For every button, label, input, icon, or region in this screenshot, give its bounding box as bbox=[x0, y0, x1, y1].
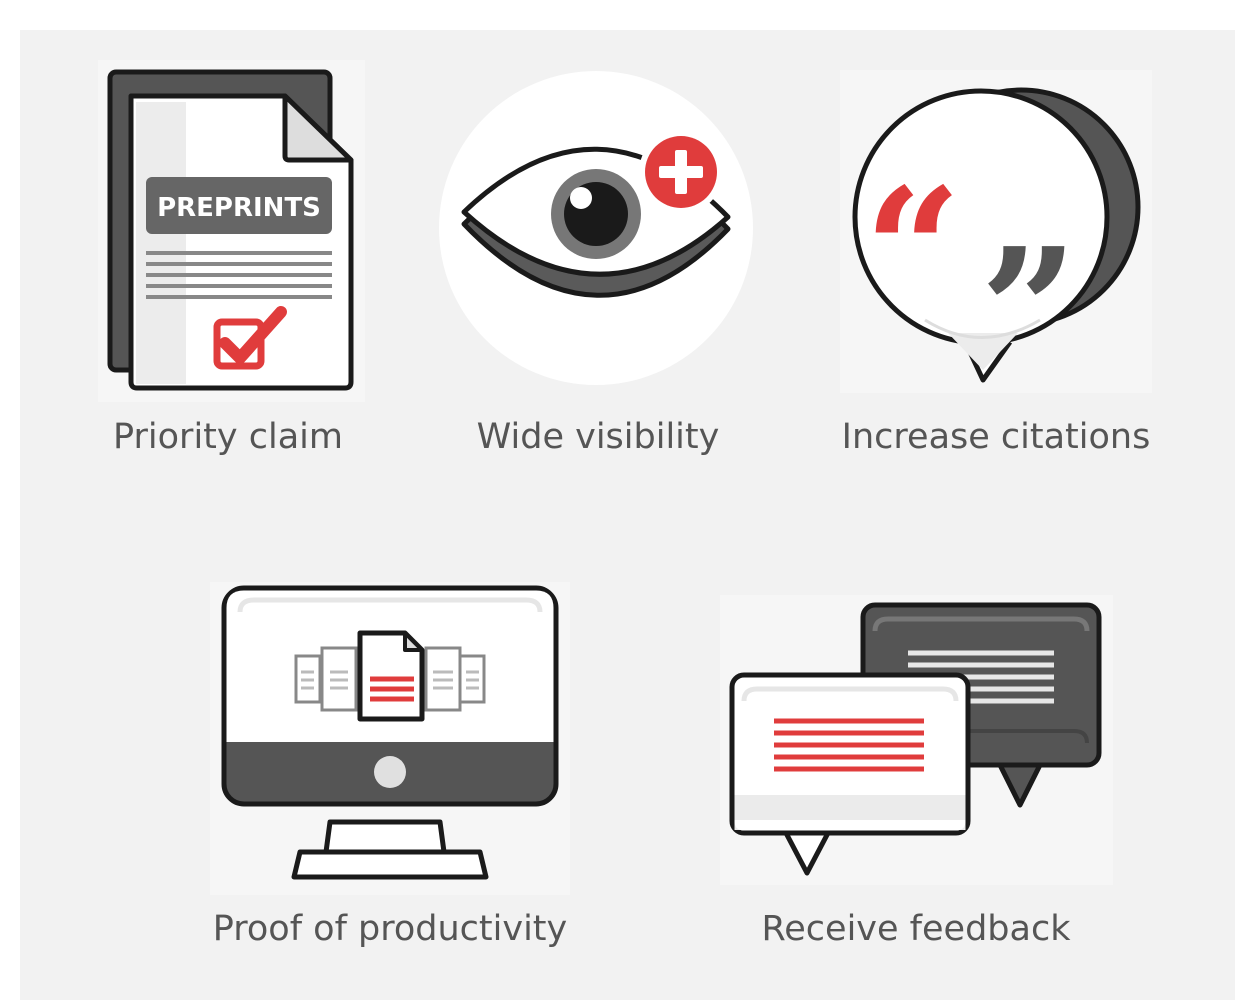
increase-citations-tile: “ ” bbox=[840, 70, 1152, 393]
benefit-caption-increase-citations: Increase citations bbox=[841, 417, 1151, 457]
quote-open-glyph: “ bbox=[864, 151, 962, 351]
benefit-caption-priority-claim: Priority claim bbox=[113, 417, 343, 457]
eye-plus-icon bbox=[438, 64, 758, 389]
priority-claim-tile: PREPRINTS bbox=[98, 60, 365, 402]
preprints-badge: PREPRINTS bbox=[157, 193, 321, 223]
quote-close-glyph: ” bbox=[980, 211, 1078, 393]
benefit-caption-wide-visibility: Wide visibility bbox=[476, 417, 720, 457]
wide-visibility-tile bbox=[438, 64, 758, 389]
preprint-document-icon: PREPRINTS bbox=[98, 60, 365, 402]
chat-bubbles-icon bbox=[720, 595, 1113, 885]
benefits-panel: PREPRINTS Priority claim Wide visibility… bbox=[20, 30, 1235, 1000]
receive-feedback-tile bbox=[720, 595, 1113, 885]
benefit-caption-receive-feedback: Receive feedback bbox=[761, 909, 1071, 949]
benefit-caption-proof-of-productivity: Proof of productivity bbox=[212, 909, 568, 949]
proof-of-productivity-tile bbox=[210, 582, 570, 895]
quote-bubble-icon: “ ” bbox=[840, 70, 1152, 393]
monitor-documents-icon bbox=[210, 582, 570, 895]
